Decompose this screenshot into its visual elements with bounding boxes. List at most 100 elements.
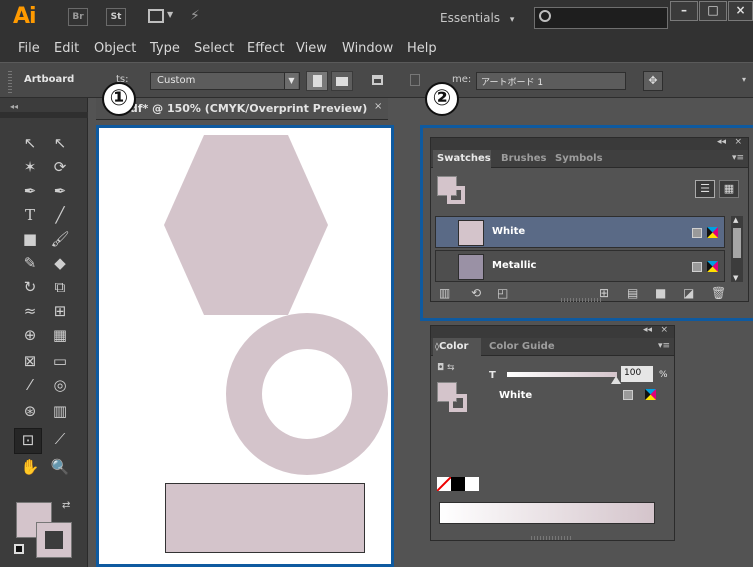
rotate-tool-icon[interactable]: ↻ bbox=[18, 276, 42, 298]
eraser-tool-icon[interactable]: ◆ bbox=[48, 252, 72, 274]
arrange-dropdown-icon[interactable]: ▼ bbox=[167, 10, 173, 19]
tint-slider-thumb[interactable] bbox=[611, 376, 621, 384]
lasso-tool-icon[interactable]: ⟳ bbox=[48, 156, 72, 178]
symbol-sprayer-tool-icon[interactable]: ⊛ bbox=[18, 400, 42, 422]
tools-panel-grip[interactable] bbox=[0, 112, 88, 118]
arrange-documents-icon[interactable] bbox=[148, 9, 164, 23]
tint-unit: % bbox=[659, 370, 668, 380]
maximize-button[interactable]: □ bbox=[699, 1, 727, 21]
perspective-grid-tool-icon[interactable]: ▦ bbox=[48, 324, 72, 346]
callout-1: ① bbox=[102, 82, 136, 116]
close-button[interactable]: × bbox=[728, 1, 753, 21]
artboard[interactable] bbox=[96, 125, 394, 567]
preview-stroke bbox=[449, 394, 467, 412]
ring-hole bbox=[262, 349, 352, 439]
tab-color[interactable]: ◊Color bbox=[435, 341, 468, 352]
workspace-switcher[interactable]: Essentials ▾ bbox=[440, 11, 514, 25]
move-copy-artwork-icon[interactable]: ✥ bbox=[643, 71, 663, 91]
type-tool-icon[interactable]: T bbox=[18, 204, 42, 226]
document-tab-title: pdf* @ 150% (CMYK/Overprint Preview) bbox=[122, 102, 368, 115]
magic-wand-tool-icon[interactable]: ✶ bbox=[18, 156, 42, 178]
gpu-performance-icon[interactable]: ⚡ bbox=[190, 8, 200, 24]
panel-menu-icon[interactable]: ▾≡ bbox=[658, 341, 670, 351]
color-spectrum-ramp[interactable] bbox=[439, 502, 655, 524]
tint-value-input[interactable]: 100 bbox=[621, 366, 653, 382]
chevron-down-icon[interactable]: ▼ bbox=[284, 73, 298, 89]
collapse-panel-icon[interactable]: ◂◂ bbox=[643, 325, 652, 335]
blend-tool-icon[interactable]: ◎ bbox=[48, 374, 72, 396]
artboard-preset-select[interactable]: Custom bbox=[150, 72, 300, 90]
landscape-orientation-button[interactable] bbox=[331, 71, 353, 91]
close-panel-icon[interactable]: × bbox=[660, 325, 668, 335]
none-color-chip[interactable] bbox=[437, 477, 451, 491]
menu-view[interactable]: View bbox=[296, 41, 327, 56]
stroke-swatch-inner bbox=[45, 531, 63, 549]
pen-tool-icon[interactable]: ✒ bbox=[18, 180, 42, 202]
stock-button[interactable]: St bbox=[106, 8, 126, 26]
artboard-name-input[interactable]: アートボード 1 bbox=[476, 72, 626, 90]
hand-tool-icon[interactable]: ✋ bbox=[18, 456, 42, 478]
pencil-tool-icon[interactable]: ✎ bbox=[18, 252, 42, 274]
panel-highlight-frame bbox=[420, 125, 753, 321]
fill-stroke-toggle-icon[interactable]: ◘ ⇆ bbox=[437, 363, 455, 373]
rectangle-tool-icon[interactable]: ■ bbox=[18, 228, 42, 250]
column-graph-tool-icon[interactable]: ▥ bbox=[48, 400, 72, 422]
menu-help[interactable]: Help bbox=[407, 41, 437, 56]
default-fill-stroke-icon[interactable] bbox=[14, 544, 24, 554]
bridge-button[interactable]: Br bbox=[68, 8, 88, 26]
collapse-icon[interactable]: ◂◂ bbox=[10, 102, 18, 111]
control-bar-menu-icon[interactable]: ▾ bbox=[742, 75, 746, 84]
menu-effect[interactable]: Effect bbox=[247, 41, 284, 56]
paintbrush-tool-icon[interactable]: 🖌 bbox=[48, 228, 72, 250]
portrait-orientation-button[interactable] bbox=[306, 71, 328, 91]
panel-resize-grip[interactable] bbox=[531, 536, 571, 540]
zoom-tool-icon[interactable]: 🔍 bbox=[48, 456, 72, 478]
rectangle-shape[interactable] bbox=[165, 483, 365, 553]
none-slash-icon bbox=[437, 477, 451, 491]
delete-artboard-icon[interactable] bbox=[410, 74, 420, 86]
landscape-icon bbox=[336, 77, 348, 86]
swap-fill-stroke-icon[interactable]: ⇄ bbox=[62, 500, 70, 511]
help-search-input[interactable] bbox=[534, 7, 668, 29]
scale-tool-icon[interactable]: ⧉ bbox=[48, 276, 72, 298]
artboard-tool-icon[interactable]: ⊡ bbox=[14, 428, 42, 454]
mesh-tool-icon[interactable]: ⊠ bbox=[18, 350, 42, 372]
menu-object[interactable]: Object bbox=[94, 41, 136, 56]
white-color-chip[interactable] bbox=[465, 477, 479, 491]
color-panel-tabs: ◊Color Color Guide ▾≡ bbox=[431, 338, 674, 356]
slice-tool-icon[interactable]: ⟋ bbox=[48, 428, 72, 450]
panel-top-bar[interactable]: ◂◂ × bbox=[431, 325, 674, 338]
tab-color-guide[interactable]: Color Guide bbox=[489, 341, 555, 352]
new-artboard-icon[interactable] bbox=[372, 75, 383, 85]
free-transform-tool-icon[interactable]: ⊞ bbox=[48, 300, 72, 322]
shape-builder-tool-icon[interactable]: ⊕ bbox=[18, 324, 42, 346]
process-color-icon bbox=[623, 390, 633, 400]
stroke-swatch[interactable] bbox=[36, 522, 72, 558]
chevron-down-icon: ▾ bbox=[509, 15, 515, 25]
line-tool-icon[interactable]: ╱ bbox=[48, 204, 72, 226]
control-bar-grip[interactable] bbox=[8, 69, 12, 93]
gradient-tool-icon[interactable]: ▭ bbox=[48, 350, 72, 372]
black-color-chip[interactable] bbox=[451, 477, 465, 491]
ring-shape[interactable] bbox=[226, 313, 388, 475]
direct-selection-tool-icon[interactable]: ↖ bbox=[48, 132, 72, 154]
menu-file[interactable]: File bbox=[18, 41, 40, 56]
width-tool-icon[interactable]: ≈ bbox=[18, 300, 42, 322]
search-icon bbox=[539, 10, 551, 22]
menu-edit[interactable]: Edit bbox=[54, 41, 79, 56]
selection-tool-icon[interactable]: ↖ bbox=[18, 132, 42, 154]
tools-panel: ◂◂ ↖ ↖ ✶ ⟳ ✒ ✒ T ╱ ■ 🖌 ✎ ◆ ↻ ⧉ ≈ ⊞ ⊕ ▦ ⊠… bbox=[0, 98, 88, 567]
curvature-tool-icon[interactable]: ✒ bbox=[48, 180, 72, 202]
color-preview[interactable] bbox=[437, 382, 469, 414]
name-label: me: bbox=[452, 74, 472, 85]
document-tab[interactable]: pdf* @ 150% (CMYK/Overprint Preview) × bbox=[96, 98, 388, 120]
minimize-button[interactable]: – bbox=[670, 1, 698, 21]
menu-select[interactable]: Select bbox=[194, 41, 234, 56]
tint-slider-track[interactable] bbox=[507, 372, 617, 377]
eyedropper-tool-icon[interactable]: ⁄ bbox=[18, 374, 42, 396]
hexagon-shape[interactable] bbox=[164, 135, 328, 315]
menu-window[interactable]: Window bbox=[342, 41, 393, 56]
title-bar: Ai Br St ▼ ⚡ Essentials ▾ – □ × bbox=[0, 0, 753, 36]
close-tab-icon[interactable]: × bbox=[374, 101, 382, 112]
menu-type[interactable]: Type bbox=[150, 41, 180, 56]
